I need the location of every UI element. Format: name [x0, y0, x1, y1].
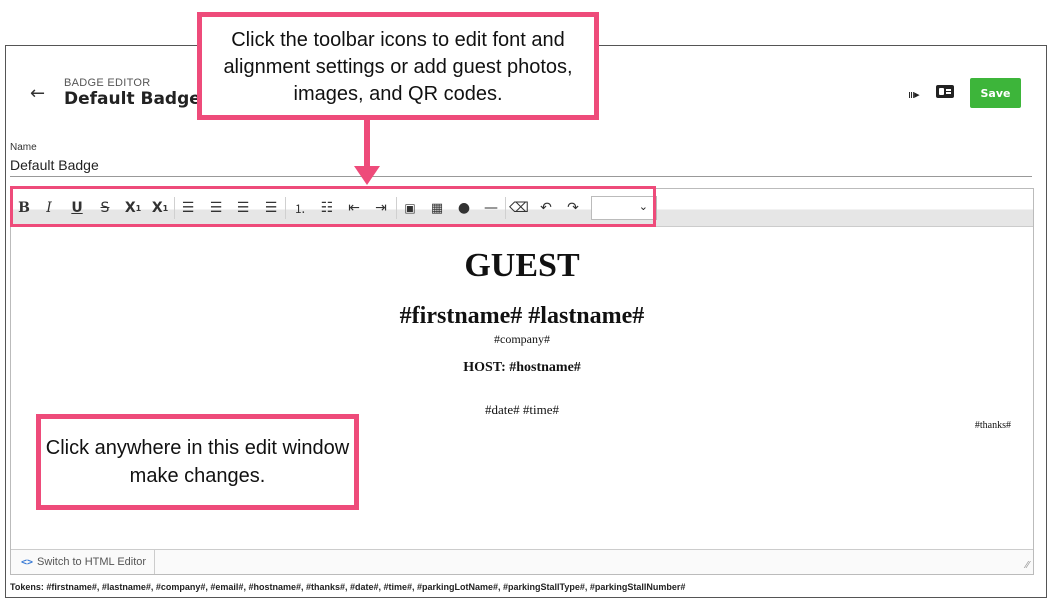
tokens-list: Tokens: #firstname#, #lastname#, #compan… [10, 582, 686, 592]
badge-name-line: #firstname# #lastname# [399, 303, 645, 329]
callout-arrow [364, 118, 370, 170]
toolbar-callout: Click the toolbar icons to edit font and… [197, 12, 599, 120]
badge-thanks: #thanks# [974, 420, 1011, 431]
badge-title: GUEST [464, 247, 580, 284]
edit-window-callout: Click anywhere in this edit window make … [36, 414, 359, 510]
page-title: Default Badge [64, 89, 201, 109]
editor-footer: <> Switch to HTML Editor ⁄⁄ [11, 549, 1033, 574]
callout-arrow-head [354, 166, 380, 185]
print-icon[interactable]: ııı▸ [908, 88, 920, 101]
resize-handle-icon[interactable]: ⁄⁄ [1026, 560, 1029, 571]
badge-host: HOST: #hostname# [463, 360, 581, 375]
switch-html-editor-label: Switch to HTML Editor [37, 556, 147, 568]
code-icon: <> [21, 557, 34, 568]
save-button[interactable]: Save [970, 78, 1021, 108]
switch-html-editor-link[interactable]: <> Switch to HTML Editor [21, 556, 146, 568]
name-label: Name [10, 142, 37, 153]
back-arrow-icon[interactable]: ← [30, 83, 45, 104]
toolbar-highlight [10, 186, 656, 227]
page-eyebrow: BADGE EDITOR [64, 77, 151, 89]
rich-text-editor[interactable]: B I U S X1 X1 ☰ ☰ ☰ ☰ ⒈ ☷ ⇤ ⇥ ▣ ▦ ● — ⌫ … [10, 188, 1034, 575]
name-input[interactable] [10, 154, 1032, 177]
badge-company: #company# [494, 332, 550, 346]
id-card-icon[interactable] [936, 85, 954, 98]
